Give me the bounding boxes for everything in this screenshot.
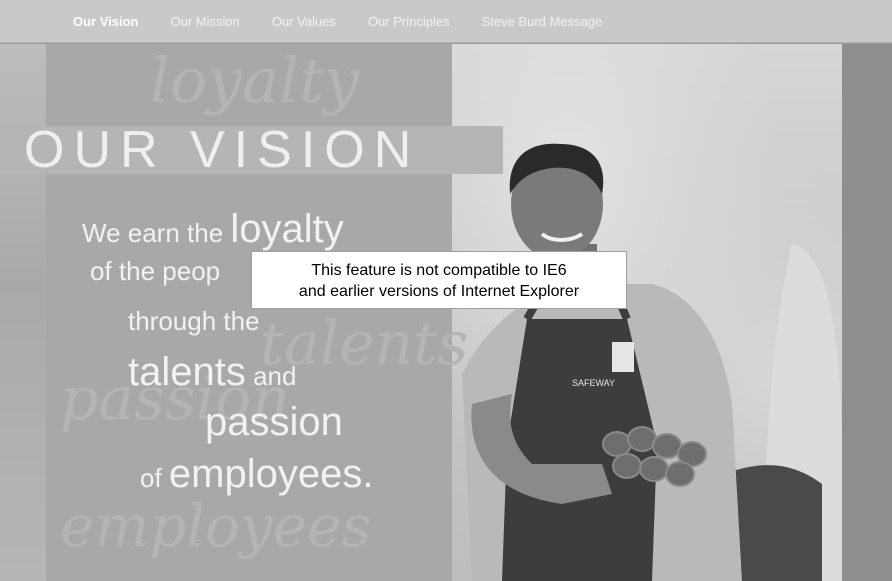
background-right	[842, 44, 892, 581]
statement-line-5: passion	[205, 400, 343, 444]
statement-line-4: talents and	[128, 350, 297, 394]
watermark-employees: employees	[60, 492, 372, 560]
statement-line-2: of the peop	[90, 256, 221, 286]
statement-line-3: through the	[128, 306, 260, 336]
statement-line-1: We earn the loyalty	[82, 207, 344, 251]
vision-hero: SAFEWAY OUR VISION loyalty talents passi…	[0, 44, 892, 581]
watermark-loyalty: loyalty	[150, 44, 359, 117]
nav-our-vision[interactable]: Our Vision	[57, 14, 155, 29]
nav-our-mission[interactable]: Our Mission	[155, 14, 256, 29]
nav-our-principles[interactable]: Our Principles	[352, 14, 466, 29]
page-title: OUR VISION	[24, 121, 421, 179]
ie-compatibility-notice: This feature is not compatible to IE6 an…	[251, 251, 627, 309]
notice-line-1: This feature is not compatible to IE6	[311, 262, 567, 279]
nav-our-values[interactable]: Our Values	[256, 14, 352, 29]
nav-steve-burd-message[interactable]: Steve Burd Message	[466, 14, 619, 29]
top-navigation: Our Vision Our Mission Our Values Our Pr…	[0, 0, 892, 43]
notice-line-2: and earlier versions of Internet Explore…	[298, 283, 580, 300]
employee-illustration: SAFEWAY	[462, 143, 842, 581]
statement-line-6: of employees.	[140, 452, 374, 496]
apron-logo: SAFEWAY	[572, 378, 615, 388]
